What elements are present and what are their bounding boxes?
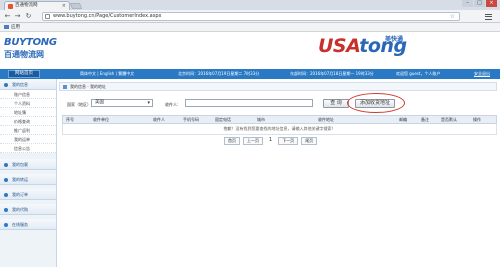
col-note: 备注 bbox=[421, 117, 429, 122]
apps-icon bbox=[4, 24, 9, 29]
language-switcher[interactable]: 简体中文 | English | 繁體中文 bbox=[80, 69, 134, 79]
col-address: 收件地址 bbox=[318, 117, 334, 122]
pager-prev[interactable]: 上一页 bbox=[243, 137, 263, 145]
browser-toolbar: ← → ↻ www.buytong.cn/Page/CustomerIndex.… bbox=[0, 10, 500, 23]
site-header: BUYTONG 百通物流网 USAtong 美快通 bbox=[0, 32, 500, 69]
sidebar-item-account[interactable]: 账户信息 bbox=[0, 90, 56, 99]
back-icon[interactable]: ← bbox=[3, 12, 12, 21]
site-favicon-icon bbox=[8, 4, 13, 9]
search-button[interactable]: 查 询 bbox=[323, 99, 349, 108]
home-button[interactable]: 网站首页 bbox=[8, 70, 40, 78]
forward-icon[interactable]: → bbox=[13, 12, 22, 21]
sidebar-item-referral[interactable]: 推广返利 bbox=[0, 126, 56, 135]
bookmark-star-icon[interactable]: ☆ bbox=[450, 13, 455, 20]
pagination: 首页 上一页 1 下一页 尾页 bbox=[224, 137, 318, 145]
pager-next[interactable]: 下一页 bbox=[278, 137, 299, 145]
sidebar-group-my-info[interactable]: 我的信息 bbox=[0, 79, 56, 90]
col-recipient: 收件人 bbox=[153, 117, 165, 122]
eastern-time: 东部时间：2016年07月18日星期一 19时33分 bbox=[290, 71, 374, 76]
usatong-logo: USAtong 美快通 bbox=[318, 35, 428, 65]
page-icon bbox=[45, 14, 50, 19]
top-info-bar: 网站首页 简体中文 | English | 繁體中文 北京时间：2016年07月… bbox=[0, 69, 500, 79]
logo-usa: USA bbox=[318, 35, 360, 57]
sidebar-item-price-query[interactable]: 价格查询 bbox=[0, 117, 56, 126]
pager-first[interactable]: 首页 bbox=[224, 137, 240, 145]
search-form: 国家（地区）: 美国 收件人: 查 询 添加收货地址 bbox=[59, 93, 497, 113]
breadcrumb: 我的信息 - 我的地址 bbox=[59, 82, 497, 91]
sidebar-item-profile[interactable]: 个人资料 bbox=[0, 99, 56, 108]
col-company: 收件单位 bbox=[93, 117, 109, 122]
pager-last[interactable]: 尾页 bbox=[301, 137, 318, 145]
sidebar-group-forwarding[interactable]: 我的转运 bbox=[0, 174, 56, 185]
empty-message: 抱歉！没有找到您要查找的地址信息，请输入其他关键字搜索！ bbox=[62, 124, 497, 135]
user-greeting[interactable]: 欢迎您 guest，个人账户 bbox=[396, 69, 440, 79]
maximize-icon[interactable]: □ bbox=[474, 0, 485, 7]
sidebar-group-purchase[interactable]: 我的代购 bbox=[0, 204, 56, 215]
sidebar-item-address-book[interactable]: 地址簿 bbox=[0, 108, 56, 117]
sidebar-item-waybill[interactable]: 我的运单 bbox=[0, 135, 56, 144]
close-window-icon[interactable]: × bbox=[486, 0, 497, 7]
address-bar[interactable]: www.buytong.cn/Page/CustomerIndex.aspx ☆ bbox=[42, 12, 460, 21]
close-tab-icon[interactable]: × bbox=[62, 2, 66, 10]
col-default: 是否默认 bbox=[441, 117, 457, 122]
buytong-logo[interactable]: BUYTONG 百通物流网 bbox=[4, 37, 64, 63]
browser-menu-icon[interactable] bbox=[485, 12, 492, 21]
beijing-time: 北京时间：2016年07月19日星期二 7时33分 bbox=[178, 71, 260, 76]
minimize-icon[interactable]: – bbox=[462, 0, 473, 7]
sidebar-item-notice[interactable]: 信息公告 bbox=[0, 144, 56, 153]
brand-name-en: BUYTONG bbox=[4, 37, 57, 48]
sidebar-group-orders[interactable]: 我的订单 bbox=[0, 189, 56, 200]
country-select-value: 美国 bbox=[95, 100, 104, 105]
col-index: 序号 bbox=[66, 117, 74, 122]
col-actions: 操作 bbox=[473, 117, 481, 122]
main-content: 我的信息 - 我的地址 国家（地区）: 美国 收件人: 查 询 添加收货地址 序… bbox=[59, 82, 497, 267]
bookmark-apps[interactable]: 应用 bbox=[11, 25, 20, 30]
sidebar-group-packages[interactable]: 我的包裹 bbox=[0, 159, 56, 170]
country-label: 国家（地区）: bbox=[67, 102, 93, 107]
address-url: www.buytong.cn/Page/CustomerIndex.aspx bbox=[53, 13, 162, 19]
logout-link[interactable]: 安全退出 bbox=[474, 69, 490, 79]
tab-title: 百通物流网 bbox=[15, 3, 38, 8]
sidebar-group-online-service[interactable]: 在线服务 bbox=[0, 219, 56, 230]
col-zip: 邮编 bbox=[399, 117, 407, 122]
new-tab-button[interactable] bbox=[69, 3, 83, 9]
browser-tab[interactable]: 百通物流网 × bbox=[4, 1, 70, 10]
reload-icon[interactable]: ↻ bbox=[24, 12, 33, 21]
col-mobile: 手机号码 bbox=[183, 117, 199, 122]
table-header: 序号 收件单位 收件人 手机号码 固定电话 城市 收件地址 邮编 备注 是否默认… bbox=[62, 115, 497, 124]
col-city: 城市 bbox=[257, 117, 265, 122]
brand-name-cn: 百通物流网 bbox=[4, 50, 44, 59]
browser-tab-bar: 百通物流网 × – □ × bbox=[0, 0, 500, 10]
recipient-label: 收件人: bbox=[165, 102, 179, 107]
bookmarks-bar: 应用 bbox=[0, 23, 500, 32]
address-table: 序号 收件单位 收件人 手机号码 固定电话 城市 收件地址 邮编 备注 是否默认… bbox=[62, 115, 497, 135]
country-select[interactable]: 美国 bbox=[91, 99, 153, 107]
logo-cn: 美快通 bbox=[385, 36, 404, 43]
col-phone: 固定电话 bbox=[215, 117, 231, 122]
highlight-circle bbox=[347, 93, 405, 113]
recipient-input[interactable] bbox=[185, 99, 313, 107]
sidebar: 我的信息 账户信息 个人资料 地址簿 价格查询 推广返利 我的运单 信息公告 我… bbox=[0, 79, 57, 267]
window-controls: – □ × bbox=[462, 0, 497, 8]
pager-current: 1 bbox=[269, 137, 273, 143]
